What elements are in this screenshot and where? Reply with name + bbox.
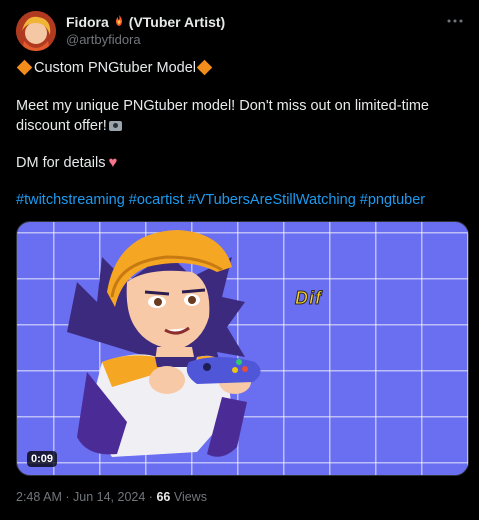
meta-separator: ·	[65, 490, 70, 504]
hashtag-link[interactable]: #VTubersAreStillWatching	[188, 192, 356, 208]
tweet-text: discount offer!	[16, 118, 107, 134]
orange-diamond-icon	[196, 59, 213, 76]
avatar-image	[16, 11, 56, 51]
tweet-time[interactable]: 2:48 AM	[16, 490, 62, 504]
views-label: Views	[173, 490, 207, 504]
video-player[interactable]: Dif 0:09	[16, 221, 469, 476]
tweet-title: Custom PNGtuber Model	[34, 60, 196, 76]
video-duration-badge: 0:09	[27, 451, 58, 467]
camera-icon	[108, 121, 122, 132]
meta-separator: ·	[148, 490, 153, 504]
author-handle[interactable]: @artbyfidora	[66, 32, 141, 47]
character-illustration	[67, 230, 261, 457]
tweet-text-line: discount offer!	[16, 116, 122, 136]
tweet: Fidora (VTuber Artist) @artbyfidora Cust…	[0, 0, 479, 520]
author-name-row[interactable]: Fidora (VTuber Artist)	[66, 14, 225, 30]
author-name[interactable]: Fidora	[66, 14, 109, 30]
tweet-date[interactable]: Jun 14, 2024	[73, 490, 145, 504]
tweet-title-line: Custom PNGtuber Model	[16, 58, 214, 78]
author-badge: (VTuber Artist)	[128, 14, 226, 30]
author-avatar[interactable]	[16, 11, 56, 51]
fire-heart-icon	[113, 14, 125, 30]
media-caption: Dif	[295, 288, 322, 309]
tweet-text-line: Meet my unique PNGtuber model! Don't mis…	[16, 98, 429, 114]
tweet-text: DM for details	[16, 155, 106, 171]
pink-heart-icon: ♥	[108, 154, 118, 171]
hashtag-link[interactable]: #pngtuber	[360, 192, 425, 208]
hashtag-list: #twitchstreaming #ocartist #VTubersAreSt…	[16, 192, 425, 208]
hashtag-link[interactable]: #twitchstreaming	[16, 192, 125, 208]
views-count: 66	[156, 490, 171, 504]
orange-diamond-icon	[16, 59, 33, 76]
tweet-meta: 2:48 AM · Jun 14, 2024 · 66 Views	[16, 490, 207, 504]
hashtag-link[interactable]: #ocartist	[129, 192, 184, 208]
tweet-text-line: DM for details ♥	[16, 153, 117, 173]
more-options-icon[interactable]	[445, 12, 465, 32]
